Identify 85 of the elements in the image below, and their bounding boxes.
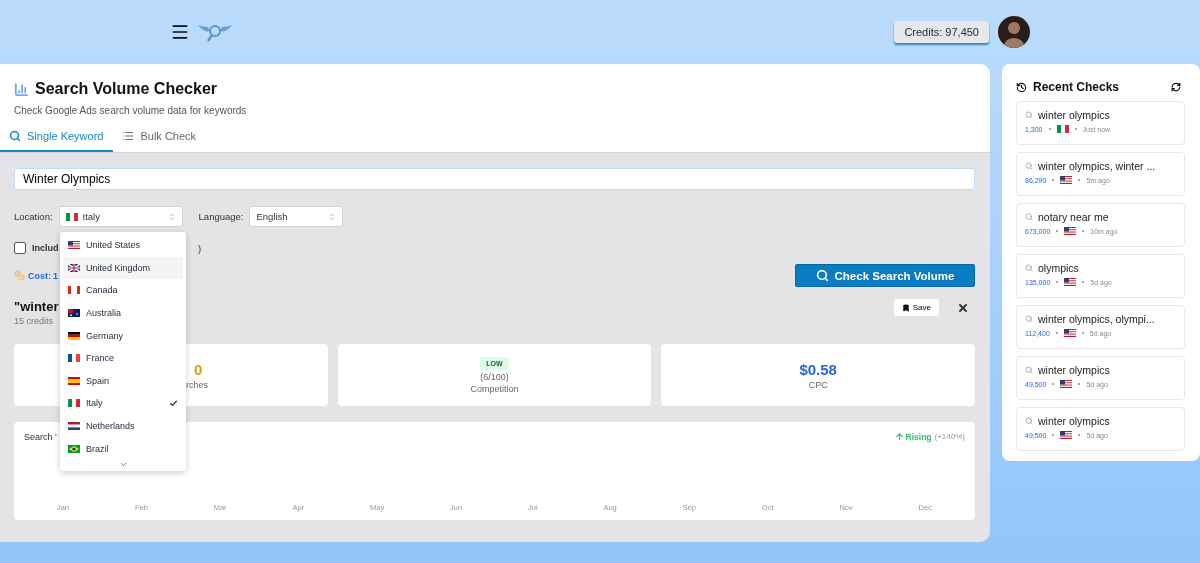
search-icon [815, 269, 829, 282]
flag-icon [1060, 380, 1073, 388]
location-option[interactable]: Germany [63, 324, 183, 347]
arrow-up-icon [894, 432, 904, 441]
cpc-value: $0.58 [799, 360, 837, 378]
trend-title: Search ' [24, 432, 57, 442]
flag-icon [68, 422, 80, 431]
cpc-label: CPC [808, 379, 828, 390]
competition-score: (6/100) [480, 371, 509, 382]
page-title: Search Volume Checker [35, 80, 217, 98]
flag-icon [1060, 176, 1073, 184]
recent-title: Recent Checks [1033, 80, 1120, 94]
bookmark-icon [901, 303, 910, 312]
flag-icon [68, 399, 80, 408]
keyword-input[interactable]: Winter Olympics [14, 168, 975, 190]
location-option[interactable]: Spain [63, 369, 183, 393]
location-option[interactable]: France [63, 346, 183, 370]
recent-query: winter olympics [1038, 109, 1110, 121]
page-subtitle: Check Google Ads search volume data for keywords [14, 105, 248, 116]
cost-label: Cost: [28, 270, 51, 281]
include-label-end: ) [198, 242, 202, 254]
flag-icon [68, 241, 80, 250]
sort-icon [167, 212, 176, 221]
flag-icon [68, 309, 80, 318]
location-option[interactable]: Italy [63, 392, 183, 415]
history-icon [1016, 81, 1027, 93]
search-icon [1025, 366, 1033, 374]
save-button[interactable]: Save [893, 299, 939, 316]
location-option[interactable]: Canada [63, 279, 183, 302]
flag-icon [68, 331, 80, 340]
flag-icon [1063, 329, 1076, 337]
location-option[interactable]: Netherlands [63, 414, 183, 438]
recent-query: winter olympics, winter ... [1038, 160, 1156, 172]
flag-icon [68, 354, 80, 363]
tab[interactable]: Single Keyword [0, 122, 114, 152]
language-select[interactable]: English [249, 206, 344, 227]
location-option[interactable]: Brazil [63, 437, 183, 460]
location-option[interactable]: United States [63, 234, 183, 257]
search-icon [1025, 417, 1033, 425]
search-icon [1025, 111, 1033, 119]
flag-icon [68, 286, 80, 295]
flag-icon [68, 263, 80, 272]
close-icon[interactable] [957, 302, 969, 314]
language-label: Language: [198, 211, 244, 222]
include-checkbox[interactable] [14, 242, 26, 254]
recent-query: winter olympics, olympi... [1038, 313, 1155, 325]
location-option[interactable]: United Kingdom [63, 256, 183, 280]
trend-change: (+140%) [934, 432, 965, 441]
result-note: 15 credits [14, 316, 55, 326]
recent-query: winter olympics [1038, 415, 1110, 427]
flag-icon [1060, 431, 1073, 439]
cost-value: 1 [53, 270, 58, 281]
result-heading: "winter [14, 299, 59, 314]
coins-icon [14, 270, 25, 281]
search-icon [1025, 315, 1033, 323]
include-label: Includ [32, 243, 60, 253]
check-search-volume-button[interactable]: Check Search Volume [795, 264, 975, 287]
sort-icon [328, 212, 337, 221]
refresh-icon[interactable] [1171, 82, 1181, 92]
flag-icon [1056, 125, 1069, 133]
recent-query: notary near me [1038, 211, 1109, 223]
flag-icon [68, 444, 80, 453]
flag-icon [1064, 227, 1077, 235]
location-select[interactable]: Italy [58, 206, 183, 227]
volume-value: 0 [194, 360, 203, 378]
flag-icon [68, 376, 80, 385]
avatar[interactable] [998, 16, 1030, 48]
location-label: Location: [14, 211, 53, 222]
search-icon [1025, 264, 1033, 272]
credits-badge: Credits: 97,450 [894, 21, 989, 43]
trend-status: Rising [905, 432, 932, 442]
flag-icon [65, 212, 78, 221]
location-option[interactable]: Australia [63, 301, 183, 325]
recent-query: winter olympics [1038, 364, 1110, 376]
volume-label: rches [186, 379, 208, 390]
search-icon [9, 130, 21, 142]
tab[interactable]: Bulk Check [113, 122, 207, 152]
competition-label: Competition [470, 383, 519, 394]
search-icon [1025, 213, 1033, 221]
menu-icon[interactable] [170, 22, 190, 42]
list-icon [122, 130, 135, 142]
search-icon [1025, 162, 1033, 170]
recent-query: olympics [1038, 262, 1079, 274]
chart-icon [14, 81, 29, 97]
flag-icon [1064, 278, 1077, 286]
